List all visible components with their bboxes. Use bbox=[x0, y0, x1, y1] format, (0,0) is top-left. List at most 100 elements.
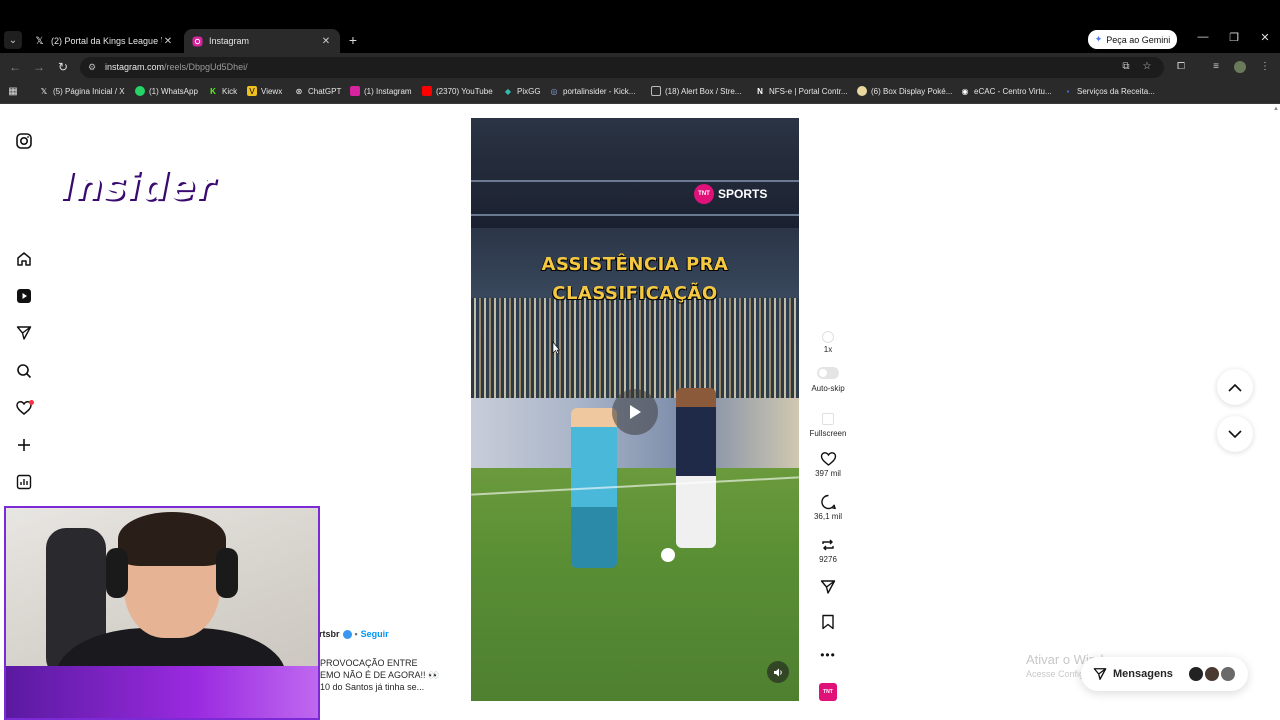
headline-line-1: ASSISTÊNCIA PRA bbox=[541, 254, 729, 275]
previous-reel-button[interactable] bbox=[1217, 369, 1253, 405]
close-window-button[interactable]: ✕ bbox=[1257, 31, 1273, 44]
menu-icon[interactable]: ⋮ bbox=[1258, 61, 1272, 72]
bookmark-whatsapp[interactable]: (1) WhatsApp bbox=[135, 86, 198, 96]
bookmark-label: (2370) YouTube bbox=[436, 86, 493, 96]
tab-instagram[interactable]: Instagram ✕ bbox=[184, 29, 340, 53]
pitch bbox=[471, 468, 799, 701]
bookmark-receita[interactable]: ▪ Serviços da Receita... bbox=[1063, 86, 1155, 96]
restore-button[interactable]: ❐ bbox=[1226, 31, 1242, 44]
instagram-icon bbox=[350, 86, 360, 96]
receita-icon: ▪ bbox=[1066, 86, 1070, 96]
reels-icon[interactable] bbox=[14, 286, 34, 306]
tab-label: Instagram bbox=[209, 36, 250, 46]
roof-beam bbox=[471, 214, 799, 216]
bookmark-label: Viewx bbox=[261, 86, 283, 96]
comment-button[interactable]: 36,1 mil bbox=[806, 494, 850, 521]
more-options-button[interactable]: ••• bbox=[806, 648, 850, 662]
play-icon bbox=[630, 405, 641, 419]
bookmark-label: NFS-e | Portal Contr... bbox=[769, 86, 848, 96]
audio-thumbnail[interactable]: TNT bbox=[819, 683, 837, 701]
next-reel-button[interactable] bbox=[1217, 416, 1253, 452]
bookmark-kick[interactable]: K Kick bbox=[208, 86, 237, 96]
apps-icon[interactable]: ▦ bbox=[8, 86, 18, 97]
bookmark-label: PixGG bbox=[517, 86, 541, 96]
bookmark-youtube[interactable]: (2370) YouTube bbox=[422, 86, 493, 96]
back-button[interactable]: ← bbox=[7, 60, 23, 74]
bookmark-icon bbox=[822, 614, 834, 630]
bookmark-pixgg[interactable]: ◆ PixGG bbox=[503, 86, 541, 96]
whatsapp-icon bbox=[135, 86, 145, 96]
gemini-button[interactable]: ✦ Peça ao Gemini bbox=[1088, 30, 1177, 49]
close-icon[interactable]: ✕ bbox=[320, 36, 332, 47]
headset-icon bbox=[216, 548, 238, 598]
close-icon[interactable]: ✕ bbox=[162, 36, 174, 47]
viewx-icon: V bbox=[247, 86, 257, 96]
playback-speed-button[interactable]: 1x bbox=[806, 331, 850, 354]
author-username[interactable]: rtsbr bbox=[319, 629, 340, 639]
play-button[interactable] bbox=[612, 389, 658, 435]
extensions-icon[interactable]: ⧠ bbox=[1174, 61, 1188, 72]
verified-badge-icon bbox=[342, 629, 352, 639]
minimize-button[interactable]: — bbox=[1195, 31, 1211, 43]
bookmark-ecac[interactable]: ◉ eCAC - Centro Virtu... bbox=[960, 86, 1052, 96]
dashboard-icon[interactable] bbox=[14, 472, 34, 492]
bookmark-nfse[interactable]: N NFS-e | Portal Contr... bbox=[755, 86, 848, 96]
caption-text[interactable]: PROVOCAÇÃO ENTRE EMO NÃO É DE AGORA!! 👀 … bbox=[320, 657, 450, 693]
install-app-icon[interactable]: ⧉ bbox=[1119, 61, 1133, 72]
bookmark-label: (5) Página Inicial / X bbox=[53, 86, 125, 96]
headset-icon bbox=[106, 548, 128, 598]
bookmark-star-icon[interactable]: ☆ bbox=[1140, 61, 1154, 72]
bookmark-pokemon[interactable]: (6) Box Display Poké... bbox=[857, 86, 952, 96]
bookmark-chatgpt[interactable]: ⊛ ChatGPT bbox=[294, 86, 342, 96]
new-tab-button[interactable]: + bbox=[345, 31, 361, 49]
home-icon[interactable] bbox=[14, 249, 34, 269]
site-info-icon[interactable]: ⚙ bbox=[88, 62, 98, 72]
fullscreen-button[interactable]: Fullscreen bbox=[806, 413, 850, 438]
url-host: instagram.com bbox=[105, 62, 165, 72]
instagram-logo-icon[interactable] bbox=[14, 131, 34, 151]
repost-button[interactable]: 9276 bbox=[806, 537, 850, 564]
bookmark-label: portalinsider - Kick... bbox=[563, 86, 636, 96]
search-icon[interactable] bbox=[14, 361, 34, 381]
messages-label: Mensagens bbox=[1113, 668, 1173, 680]
autoskip-toggle[interactable]: Auto-skip bbox=[806, 367, 850, 393]
like-button[interactable]: 397 mil bbox=[806, 451, 850, 478]
bookmark-viewx[interactable]: V Viewx bbox=[247, 86, 282, 96]
reload-button[interactable]: ↻ bbox=[55, 60, 71, 74]
forward-button[interactable]: → bbox=[31, 60, 47, 74]
bookmark-x[interactable]: 𝕏 (5) Página Inicial / X bbox=[39, 86, 125, 96]
nfse-icon: N bbox=[757, 86, 763, 96]
avatar bbox=[1204, 666, 1220, 682]
bookmark-alertbox[interactable]: (18) Alert Box / Stre... bbox=[651, 86, 741, 96]
bookmark-label: (18) Alert Box / Stre... bbox=[665, 86, 742, 96]
media-control-icon[interactable]: ≡ bbox=[1209, 61, 1223, 72]
x-icon: 𝕏 bbox=[35, 35, 44, 47]
chevron-up-icon bbox=[1228, 383, 1242, 392]
share-button[interactable] bbox=[806, 579, 850, 595]
bookmark-label: Kick bbox=[222, 86, 238, 96]
gemini-label: Peça ao Gemini bbox=[1106, 34, 1171, 45]
messages-button[interactable]: Mensagens bbox=[1081, 657, 1248, 691]
bookmark-portalinsider[interactable]: ◎ portalinsider - Kick... bbox=[549, 86, 636, 96]
page-scrollbar[interactable]: ▲ bbox=[1273, 106, 1279, 716]
youtube-icon bbox=[422, 86, 432, 96]
save-button[interactable] bbox=[806, 614, 850, 630]
create-icon[interactable] bbox=[14, 435, 34, 455]
url-text[interactable]: instagram.com/reels/DbpgUd5Dhei/ bbox=[105, 62, 248, 72]
follow-button[interactable]: Seguir bbox=[361, 629, 389, 639]
bookmark-label: (1) Instagram bbox=[364, 86, 412, 96]
tab-search-button[interactable]: ⌄ bbox=[4, 31, 22, 49]
tnt-logo-badge: TNT bbox=[694, 184, 714, 204]
bookmark-label: ChatGPT bbox=[308, 86, 342, 96]
tab-kings-league[interactable]: 𝕏 (2) Portal da Kings League 👑 ( ✕ bbox=[26, 29, 182, 53]
bookmark-label: (1) WhatsApp bbox=[149, 86, 198, 96]
volume-button[interactable] bbox=[767, 661, 789, 683]
speed-icon bbox=[822, 331, 834, 343]
bookmark-instagram[interactable]: (1) Instagram bbox=[350, 86, 412, 96]
caption-author[interactable]: rtsbr • Seguir bbox=[319, 629, 389, 639]
autoskip-label: Auto-skip bbox=[811, 384, 845, 393]
tab-label: (2) Portal da Kings League 👑 ( bbox=[51, 35, 162, 46]
profile-avatar[interactable] bbox=[1233, 61, 1247, 76]
headline-line-2: CLASSIFICAÇÃO bbox=[552, 283, 718, 304]
direct-icon[interactable] bbox=[14, 323, 34, 343]
